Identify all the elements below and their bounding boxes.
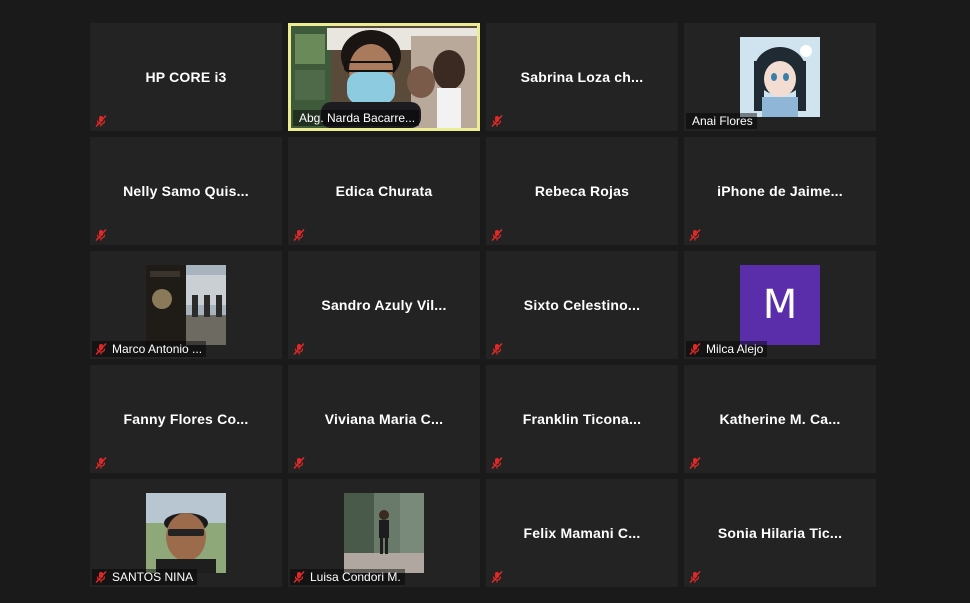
participant-footer (686, 569, 706, 585)
microphone-muted-icon (95, 114, 107, 128)
microphone-muted-icon (293, 570, 305, 584)
participant-footer (488, 341, 508, 357)
participant-name: Nelly Samo Quis... (123, 183, 249, 199)
profile-picture (344, 493, 424, 573)
participant-name: Sandro Azuly Vil... (321, 297, 447, 313)
participant-footer (488, 113, 508, 129)
microphone-muted-icon (95, 342, 107, 356)
microphone-muted-icon (95, 456, 107, 470)
profile-picture (146, 493, 226, 573)
participant-tile[interactable]: Luisa Condori M. (288, 479, 480, 587)
participant-tile[interactable]: Marco Antonio ... (90, 251, 282, 359)
participant-label: Milca Alejo (706, 342, 764, 356)
participant-footer (686, 227, 706, 243)
microphone-muted-icon (491, 570, 503, 584)
participant-name: Sixto Celestino... (523, 297, 641, 313)
microphone-muted-icon (95, 228, 107, 242)
microphone-muted-icon (689, 228, 701, 242)
participant-footer (92, 227, 112, 243)
participant-footer: SANTOS NINA (92, 569, 198, 585)
participant-tile[interactable]: Rebeca Rojas (486, 137, 678, 245)
microphone-muted-icon (95, 570, 107, 584)
participant-tile-active-speaker[interactable]: Abg. Narda Bacarre... (288, 23, 480, 131)
microphone-muted-icon (689, 342, 701, 356)
participant-tile[interactable]: Sandro Azuly Vil... (288, 251, 480, 359)
participant-footer: Luisa Condori M. (290, 569, 405, 585)
participant-label: Marco Antonio ... (112, 342, 203, 356)
microphone-muted-icon (491, 228, 503, 242)
participant-footer (92, 113, 112, 129)
participant-footer: Abg. Narda Bacarre... (293, 110, 420, 126)
participant-tile[interactable]: HP CORE i3 (90, 23, 282, 131)
microphone-muted-icon (491, 456, 503, 470)
participant-name: Fanny Flores Co... (123, 411, 249, 427)
video-gallery: HP CORE i3 Abg. Narda Bacarre... Sabrina… (90, 23, 876, 587)
participant-label: SANTOS NINA (112, 570, 194, 584)
participant-footer (488, 455, 508, 471)
participant-name: Edica Churata (335, 183, 433, 199)
participant-name: Katherine M. Ca... (719, 411, 841, 427)
participant-tile[interactable]: Felix Mamani C... (486, 479, 678, 587)
participant-footer: Milca Alejo (686, 341, 768, 357)
participant-tile[interactable]: Anai Flores (684, 23, 876, 131)
participant-footer: Marco Antonio ... (92, 341, 207, 357)
participant-tile[interactable]: Sabrina Loza ch... (486, 23, 678, 131)
participant-tile[interactable]: M Milca Alejo (684, 251, 876, 359)
participant-tile[interactable]: Sixto Celestino... (486, 251, 678, 359)
participant-label: Abg. Narda Bacarre... (299, 111, 416, 125)
microphone-muted-icon (491, 342, 503, 356)
microphone-muted-icon (689, 570, 701, 584)
participant-tile[interactable]: SANTOS NINA (90, 479, 282, 587)
participant-footer (488, 227, 508, 243)
participant-tile[interactable]: Fanny Flores Co... (90, 365, 282, 473)
participant-name: Franklin Ticona... (522, 411, 642, 427)
participant-label: Luisa Condori M. (310, 570, 401, 584)
participant-tile[interactable]: iPhone de Jaime... (684, 137, 876, 245)
participant-name: Viviana Maria C... (324, 411, 444, 427)
participant-footer (290, 455, 310, 471)
microphone-muted-icon (689, 456, 701, 470)
participant-tile[interactable]: Sonia Hilaria Tic... (684, 479, 876, 587)
participant-footer (686, 455, 706, 471)
microphone-muted-icon (293, 456, 305, 470)
participant-footer: Anai Flores (686, 113, 757, 129)
profile-picture (740, 37, 820, 117)
avatar: M (740, 265, 820, 345)
participant-footer (290, 227, 310, 243)
microphone-muted-icon (293, 342, 305, 356)
microphone-muted-icon (491, 114, 503, 128)
microphone-muted-icon (293, 228, 305, 242)
participant-footer (92, 455, 112, 471)
participant-name: Sonia Hilaria Tic... (717, 525, 843, 541)
participant-tile[interactable]: Franklin Ticona... (486, 365, 678, 473)
participant-tile[interactable]: Nelly Samo Quis... (90, 137, 282, 245)
participant-tile[interactable]: Edica Churata (288, 137, 480, 245)
participant-footer (290, 341, 310, 357)
participant-label: Anai Flores (692, 114, 753, 128)
participant-name: Felix Mamani C... (523, 525, 641, 541)
participant-name: Rebeca Rojas (534, 183, 630, 199)
participant-name: Sabrina Loza ch... (520, 69, 644, 85)
participant-footer (488, 569, 508, 585)
participant-tile[interactable]: Katherine M. Ca... (684, 365, 876, 473)
participant-name: HP CORE i3 (145, 69, 227, 85)
profile-picture (146, 265, 226, 345)
participant-name: iPhone de Jaime... (717, 183, 843, 199)
participant-tile[interactable]: Viviana Maria C... (288, 365, 480, 473)
